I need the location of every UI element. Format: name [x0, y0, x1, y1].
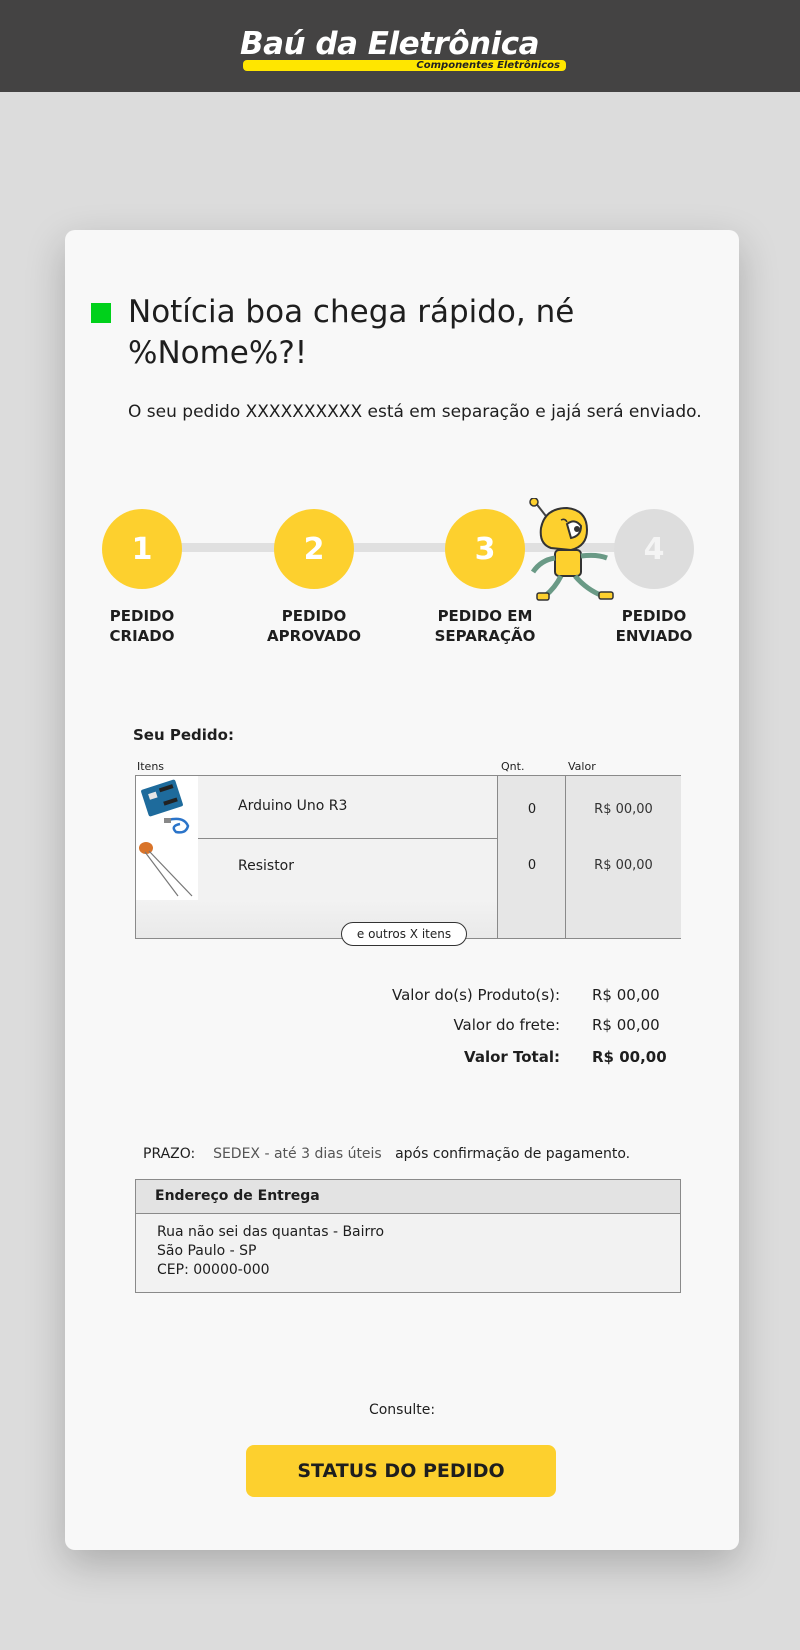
item-qty: 0 — [527, 858, 537, 873]
value-cell: R$ 00,00 — [565, 776, 681, 838]
consulte-label: Consulte: — [368, 1402, 436, 1418]
prazo-method: SEDEX - até 3 dias úteis — [213, 1146, 382, 1162]
item-name: Arduino Uno R3 — [238, 798, 348, 814]
total-value: R$ 00,00 — [592, 1048, 667, 1066]
order-status-message: O seu pedido XXXXXXXXXX está em separaçã… — [128, 402, 702, 422]
arduino-board-icon — [136, 776, 198, 838]
prazo-note: após confirmação de pagamento. — [395, 1146, 631, 1162]
logo-subtitle-bar: Componentes Eletrônicos — [243, 60, 566, 71]
table-row: Resistor 0 R$ 00,00 — [136, 838, 681, 901]
brand-logo[interactable]: Baú da Eletrônica Componentes Eletrônico… — [240, 26, 570, 76]
step-label-2: PEDIDO APROVADO — [267, 607, 361, 645]
order-status-button[interactable]: STATUS DO PEDIDO — [246, 1445, 556, 1497]
item-qty: 0 — [527, 802, 537, 817]
qty-cell: 0 — [497, 776, 566, 838]
step-label-1: PEDIDO CRIADO — [109, 607, 175, 645]
column-header-qty: Qnt. — [501, 760, 525, 773]
step-label-3: PEDIDO EM SEPARAÇÃO — [434, 607, 536, 645]
order-section-title: Seu Pedido: — [133, 726, 234, 744]
green-square-icon — [91, 303, 111, 323]
address-line: CEP: 00000-000 — [157, 1262, 270, 1278]
item-value: R$ 00,00 — [594, 858, 653, 873]
email-card: Notícia boa chega rápido, né %Nome%?! O … — [65, 230, 739, 1550]
logo-subtitle: Componentes Eletrônicos — [416, 60, 560, 71]
address-line: Rua não sei das quantas - Bairro — [157, 1224, 385, 1240]
prazo-label: PRAZO: — [143, 1146, 196, 1162]
step-circle-1: 1 — [102, 509, 182, 589]
delivery-address-box: Endereço de Entrega Rua não sei das quan… — [135, 1179, 681, 1293]
more-items-pill[interactable]: e outros X itens — [341, 922, 467, 946]
total-value-label: Valor Total: — [464, 1048, 560, 1066]
address-line: São Paulo - SP — [157, 1243, 257, 1259]
step-label-4: PEDIDO ENVIADO — [615, 607, 693, 645]
delivery-deadline: PRAZO: SEDEX - até 3 dias úteis após con… — [143, 1146, 630, 1162]
logo-title: Baú da Eletrônica — [240, 26, 540, 62]
step-circle-4: 4 — [614, 509, 694, 589]
qty-cell: 0 — [497, 838, 566, 900]
resistor-icon — [136, 838, 198, 900]
products-value: R$ 00,00 — [592, 986, 660, 1004]
column-header-value: Valor — [568, 760, 596, 773]
table-row: Arduino Uno R3 0 R$ 00,00 — [136, 776, 681, 839]
email-header: Baú da Eletrônica Componentes Eletrônico… — [0, 0, 800, 92]
qty-cell — [497, 900, 566, 938]
value-cell — [565, 900, 681, 938]
robot-mascot-icon — [529, 498, 614, 601]
item-value: R$ 00,00 — [594, 802, 653, 817]
address-header: Endereço de Entrega — [136, 1180, 680, 1214]
shipping-value: R$ 00,00 — [592, 1016, 660, 1034]
step-circle-3: 3 — [445, 509, 525, 589]
products-value-label: Valor do(s) Produto(s): — [391, 986, 560, 1004]
order-items-table: Arduino Uno R3 0 R$ 00,00 Resistor 0 R$ … — [135, 775, 681, 946]
item-name: Resistor — [238, 858, 294, 874]
headline: Notícia boa chega rápido, né %Nome%?! — [128, 294, 575, 371]
value-cell: R$ 00,00 — [565, 838, 681, 900]
address-title: Endereço de Entrega — [155, 1188, 320, 1204]
shipping-value-label: Valor do frete: — [453, 1016, 560, 1034]
column-header-items: Itens — [137, 760, 165, 773]
step-circle-2: 2 — [274, 509, 354, 589]
